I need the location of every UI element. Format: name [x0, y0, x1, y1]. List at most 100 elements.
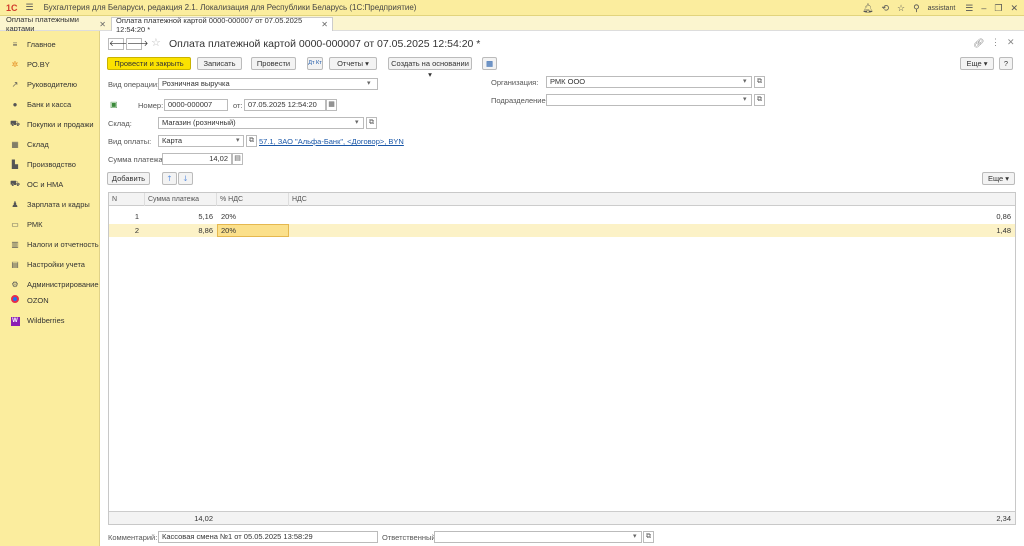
sidebar-item-production[interactable]: ▙ Производство: [0, 157, 100, 171]
open-payment-type-icon[interactable]: ⧉: [246, 135, 257, 147]
table-row[interactable]: 2 8,86 20% 1,48: [109, 224, 1015, 237]
close-tab-icon[interactable]: ✕: [321, 20, 328, 29]
table-more-dropdown[interactable]: Еще ▾: [982, 172, 1015, 185]
close-form-icon[interactable]: ✕: [1007, 37, 1015, 48]
sidebar-item-warehouse[interactable]: ▦ Склад: [0, 137, 100, 151]
date-field[interactable]: 07.05.2025 12:54:20: [244, 99, 326, 111]
close-icon[interactable]: ✕: [1010, 3, 1018, 14]
comment-field[interactable]: Кассовая смена №1 от 05.05.2025 13:58:29: [158, 531, 378, 543]
forward-button[interactable]: 🡒: [126, 38, 148, 50]
sidebar-item-ozon[interactable]: OZON: [0, 293, 100, 307]
open-warehouse-icon[interactable]: ⧉: [366, 117, 377, 129]
division-select[interactable]: [546, 94, 752, 106]
more-dropdown[interactable]: Еще ▾: [960, 57, 994, 70]
warehouse-select[interactable]: Магазин (розничный): [158, 117, 364, 129]
favorites-star-icon[interactable]: ☆: [897, 3, 905, 14]
operation-type-select[interactable]: Розничная выручка: [158, 78, 378, 90]
date-label: от:: [233, 101, 243, 110]
row-vat-rate-editing[interactable]: 20%: [217, 224, 289, 237]
chevron-down-icon[interactable]: ▾: [355, 118, 359, 126]
open-organization-icon[interactable]: ⧉: [754, 76, 765, 88]
table-footer-totals: 14,02 2,34: [109, 511, 1015, 524]
sidebar-item-taxes-reports[interactable]: ▥ Налоги и отчетность: [0, 237, 100, 251]
restore-icon[interactable]: ❐: [994, 3, 1002, 14]
column-header-n[interactable]: N: [109, 193, 145, 206]
amount-field[interactable]: 14,02: [162, 153, 232, 165]
app-logo: 1С: [6, 2, 18, 13]
post-and-close-button[interactable]: Провести и закрыть: [107, 57, 191, 70]
organization-label: Организация:: [491, 78, 539, 87]
row-vat[interactable]: 0,86: [289, 210, 1011, 223]
favorite-star-icon[interactable]: ☆: [151, 36, 161, 49]
sidebar-item-payroll[interactable]: ♟ Зарплата и кадры: [0, 197, 100, 211]
table-row[interactable]: 1 5,16 20% 0,86: [109, 210, 1015, 223]
chevron-down-icon[interactable]: ▾: [743, 95, 747, 103]
dt-kt-icon[interactable]: Дт Кт: [307, 57, 323, 70]
comment-label: Комментарий:: [108, 533, 158, 542]
row-amount[interactable]: 5,16: [145, 210, 213, 223]
back-button[interactable]: 🡐: [108, 38, 130, 50]
sidebar-item-rmk[interactable]: ▭ РМК: [0, 217, 100, 231]
close-tab-icon[interactable]: ✕: [99, 20, 106, 29]
row-amount[interactable]: 8,86: [145, 224, 213, 237]
responsible-select[interactable]: [434, 531, 642, 543]
sidebar-item-accounting-settings[interactable]: ▤ Настройки учета: [0, 257, 100, 271]
warehouse-icon: ▦: [11, 139, 19, 149]
person-icon: ♟: [11, 199, 19, 209]
chevron-down-icon[interactable]: ▾: [743, 77, 747, 85]
move-down-icon[interactable]: 🡓: [178, 172, 193, 185]
save-button[interactable]: Записать: [197, 57, 242, 70]
organization-select[interactable]: РМК ООО: [546, 76, 752, 88]
chevron-down-icon[interactable]: ▾: [236, 136, 240, 144]
calendar-icon[interactable]: ▦: [326, 99, 337, 111]
top-right-tools: 🔔︎ ⟲ ☆ ⚲ assistant ☰ – ❐ ✕: [862, 0, 1018, 16]
add-row-button[interactable]: Добавить: [107, 172, 150, 185]
factory-icon: ▙: [11, 159, 19, 169]
minimize-icon[interactable]: –: [981, 3, 986, 13]
bell-icon[interactable]: 🔔︎: [862, 3, 873, 14]
post-button[interactable]: Провести: [251, 57, 296, 70]
ro-by-icon: ✲: [11, 59, 19, 69]
user-name[interactable]: assistant: [928, 5, 956, 12]
main-menu-icon[interactable]: ☰: [26, 2, 34, 13]
column-header-vat-rate[interactable]: % НДС: [217, 193, 289, 206]
app-title: Бухгалтерия для Беларуси, редакция 2.1. …: [43, 3, 417, 12]
tab-card-payment-document[interactable]: Оплата платежной картой 0000-000007 от 0…: [111, 16, 333, 34]
column-header-amount[interactable]: Сумма платежа: [145, 193, 217, 206]
settings-menu-icon[interactable]: ☰: [965, 3, 973, 14]
reports-dropdown[interactable]: Отчеты ▾: [329, 57, 377, 70]
chevron-down-icon[interactable]: ▾: [633, 532, 637, 540]
sidebar-item-bank-cash[interactable]: ● Банк и касса: [0, 97, 100, 111]
sidebar-item-administration[interactable]: ⚙ Администрирование: [0, 277, 100, 291]
tab-card-payments-list[interactable]: Оплаты платежными картами ✕: [2, 15, 110, 33]
row-vat-rate[interactable]: 20%: [221, 210, 287, 223]
row-vat[interactable]: 1,48: [289, 224, 1011, 237]
wildberries-icon: W: [10, 316, 20, 326]
open-division-icon[interactable]: ⧉: [754, 94, 765, 106]
number-label: Номер:: [138, 101, 164, 110]
search-icon[interactable]: ⚲: [913, 3, 920, 14]
column-header-vat[interactable]: НДС: [289, 193, 1015, 206]
history-icon[interactable]: ⟲: [881, 3, 889, 14]
cash-register-icon: ▭: [11, 219, 19, 229]
sidebar-item-purchases-sales[interactable]: ⛟ Покупки и продажи: [0, 117, 100, 131]
sidebar-item-manager[interactable]: ↗ Руководителю: [0, 77, 100, 91]
number-field[interactable]: 0000-000007: [164, 99, 228, 111]
payment-type-select[interactable]: Карта: [158, 135, 244, 147]
chevron-down-icon[interactable]: ▾: [367, 79, 371, 87]
chart-trend-icon: ↗: [11, 79, 19, 89]
payment-account-link[interactable]: 57.1, ЗАО "Альфа-Банк", <Договор>, BYN: [259, 137, 404, 147]
create-based-on-dropdown[interactable]: Создать на основании ▾: [388, 57, 472, 79]
sidebar-item-main[interactable]: ≡ Главное: [0, 37, 100, 51]
open-responsible-icon[interactable]: ⧉: [643, 531, 654, 543]
structure-icon[interactable]: ▦: [482, 57, 497, 70]
help-button[interactable]: ?: [999, 57, 1013, 70]
calculator-icon[interactable]: ▤: [232, 153, 243, 165]
move-up-icon[interactable]: 🡑: [162, 172, 177, 185]
more-vertical-icon[interactable]: ⋮: [991, 37, 1000, 48]
link-icon[interactable]: 🔗︎: [973, 38, 984, 49]
sidebar-item-wildberries[interactable]: W Wildberries: [0, 313, 100, 327]
sidebar-item-fixed-assets[interactable]: ⛟ ОС и НМА: [0, 177, 100, 191]
table-header: N Сумма платежа % НДС НДС: [109, 193, 1015, 206]
sidebar-item-ro-by[interactable]: ✲ РО.BY: [0, 57, 100, 71]
